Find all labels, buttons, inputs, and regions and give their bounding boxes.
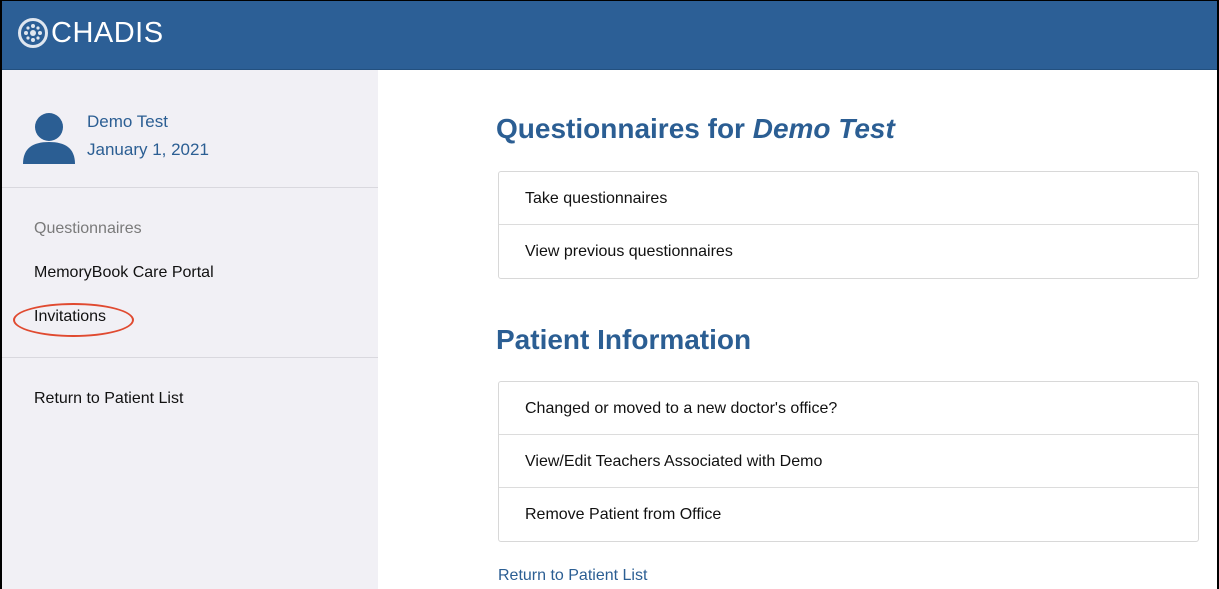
questionnaires-heading: Questionnaires for Demo Test: [496, 113, 895, 145]
sidebar-item-memorybook-care-portal[interactable]: MemoryBook Care Portal: [34, 264, 214, 282]
return-to-patient-list-link[interactable]: Return to Patient List: [498, 567, 647, 585]
list-item-remove-patient[interactable]: Remove Patient from Office: [499, 488, 1198, 541]
main-content: Questionnaires for Demo Test Take questi…: [378, 70, 1217, 589]
list-item-view-edit-teachers[interactable]: View/Edit Teachers Associated with Demo: [499, 435, 1198, 488]
questionnaires-list: Take questionnaires View previous questi…: [498, 171, 1199, 279]
patient-information-heading: Patient Information: [496, 324, 752, 355]
brand-logo[interactable]: CHADIS: [18, 11, 164, 55]
list-item-take-questionnaires[interactable]: Take questionnaires: [499, 172, 1198, 225]
chadis-logo-icon: [18, 18, 48, 48]
sidebar: Demo Test January 1, 2021 Questionnaires…: [2, 70, 378, 589]
patient-profile: Demo Test January 1, 2021: [2, 70, 378, 188]
list-item-changed-doctors-office[interactable]: Changed or moved to a new doctor's offic…: [499, 382, 1198, 435]
sidebar-item-invitations[interactable]: Invitations: [34, 308, 106, 326]
app-window: CHADIS Demo Test January 1, 2021 Questio…: [0, 0, 1219, 589]
top-header-bar: CHADIS: [2, 1, 1217, 70]
questionnaires-heading-prefix: Questionnaires for: [496, 113, 753, 144]
patient-information-list: Changed or moved to a new doctor's offic…: [498, 381, 1199, 542]
list-item-view-previous-questionnaires[interactable]: View previous questionnaires: [499, 225, 1198, 278]
sidebar-item-return-to-patient-list[interactable]: Return to Patient List: [34, 390, 183, 408]
sidebar-divider: [2, 357, 378, 358]
sidebar-section-label-questionnaires: Questionnaires: [34, 220, 142, 237]
patient-dob: January 1, 2021: [87, 140, 209, 159]
user-avatar-icon: [23, 112, 75, 164]
questionnaires-heading-patient-name: Demo Test: [752, 113, 895, 144]
patient-name: Demo Test: [87, 112, 168, 131]
brand-name: CHADIS: [51, 16, 164, 49]
